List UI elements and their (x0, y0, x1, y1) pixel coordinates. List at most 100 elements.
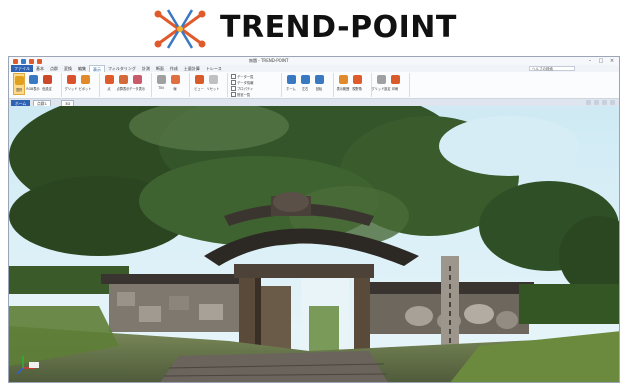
tab-3[interactable]: 変換 (61, 65, 75, 72)
ribbon-button[interactable]: リセット (207, 73, 219, 95)
checkbox-icon[interactable] (231, 91, 236, 97)
ribbon-button[interactable]: 点群表示 (117, 73, 129, 95)
stone-path (160, 351, 388, 382)
brand-name: TREND-POINT (220, 10, 457, 45)
ribbon-button[interactable]: ホーム (285, 73, 297, 95)
ribbon-button[interactable]: 視野角 (351, 73, 363, 95)
checkbox-icon[interactable] (231, 85, 236, 91)
point-cloud-scene[interactable] (9, 106, 619, 383)
ribbon-button-label: 印刷 (391, 87, 399, 91)
close-icon[interactable]: × (609, 58, 615, 64)
ribbon-checkbox[interactable]: 別窓一覧 (231, 91, 253, 97)
ribbon-button[interactable]: 左右 (299, 73, 311, 95)
redo-icon[interactable] (37, 58, 42, 64)
tab-2[interactable]: 点群 (47, 65, 61, 72)
tab-10[interactable]: 土量計算 (181, 65, 203, 72)
ribbon-button-icon (104, 75, 114, 84)
ribbon-button-icon (208, 75, 218, 84)
ribbon-button[interactable]: RGB表示 (26, 73, 40, 95)
ribbon-button-icon (156, 75, 166, 84)
tab-9[interactable]: 作成 (167, 65, 181, 72)
ribbon-button-icon (14, 76, 24, 85)
help-search-input[interactable]: ヘルプの検索 (529, 66, 575, 71)
save-icon[interactable] (21, 58, 26, 64)
ribbon-button-label: RGB表示 (26, 87, 40, 91)
checkbox-icon[interactable] (231, 79, 236, 85)
hedge-right (519, 284, 619, 324)
view-tool-icon[interactable] (602, 100, 607, 105)
maximize-icon[interactable]: □ (598, 58, 604, 64)
ribbon-button[interactable]: 印刷 (389, 73, 401, 95)
tab-7[interactable]: 計測 (139, 65, 153, 72)
view-tool-icon[interactable] (610, 100, 615, 105)
ribbon-button-label: TIN (158, 86, 164, 90)
ribbon-button-label: 点群表示 (116, 87, 130, 91)
view-tools (586, 100, 615, 105)
ribbon-group: 点 点群表示 データ表示 (101, 73, 152, 97)
ribbon-button-icon (338, 75, 348, 84)
tab-1[interactable]: 基本 (33, 65, 47, 72)
ribbon-button-label: 視野角 (352, 87, 362, 91)
ribbon-button-icon (390, 75, 400, 84)
ribbon-button[interactable]: データ表示 (129, 73, 145, 95)
ribbon-group: データ一覧 データ情報 プロパティ 別窓一覧 (229, 73, 282, 97)
ribbon-button[interactable]: 色設定 (41, 73, 53, 95)
ribbon-group: ホーム 左右 回転 (283, 73, 334, 97)
ribbon-checkbox[interactable]: データ情報 (231, 79, 254, 85)
ribbon-button-label: 線 (173, 87, 177, 91)
ribbon-button-label: データ表示 (129, 87, 145, 91)
app-icon (13, 58, 18, 64)
minimize-icon[interactable]: – (587, 58, 593, 64)
undo-icon[interactable] (29, 58, 34, 64)
tab-11[interactable]: トレース (203, 65, 225, 72)
ribbon-button[interactable]: TIN (155, 73, 167, 95)
logo-icon (154, 9, 206, 49)
ribbon-button-label: リセット (206, 87, 220, 91)
checkbox-label: プロパティ (237, 86, 254, 91)
tab-8[interactable]: 断面 (153, 65, 167, 72)
ribbon-button-icon (300, 75, 310, 84)
ribbon-checkboxes: データ一覧 データ情報 プロパティ 別窓一覧 (231, 73, 253, 97)
ribbon-button-label: ホーム (286, 87, 296, 91)
ribbon-button-label: グリッド設定 (371, 87, 391, 91)
ribbon-button[interactable]: 選択 (13, 73, 25, 95)
ribbon-group: 表示範囲 視野角 (335, 73, 372, 97)
ribbon-checkbox[interactable]: プロパティ (231, 85, 254, 91)
ribbon-button-icon (170, 75, 180, 84)
ribbon-button[interactable]: グリッド (65, 73, 77, 95)
ribbon-button-icon (194, 75, 204, 84)
ribbon-button-label: 点 (107, 87, 111, 91)
tab-6[interactable]: フィルタリング (105, 65, 139, 72)
view-tool-icon[interactable] (594, 100, 599, 105)
ribbon-checkbox[interactable]: データ一覧 (231, 73, 254, 79)
ribbon-button[interactable]: 点 (103, 73, 115, 95)
checkbox-icon[interactable] (231, 73, 236, 79)
checkbox-label: データ情報 (237, 80, 254, 85)
quick-access-toolbar (13, 57, 42, 65)
ribbon-button[interactable]: 表示範囲 (337, 73, 349, 95)
ribbon-button-icon (314, 75, 324, 84)
checkbox-label: データ一覧 (237, 74, 254, 79)
ribbon-button[interactable]: 回転 (313, 73, 325, 95)
stone-wall-left (101, 274, 261, 332)
ribbon-button-icon (376, 75, 386, 84)
ribbon-group: ビュー リセット (191, 73, 228, 97)
view-tool-icon[interactable] (586, 100, 591, 105)
point-cloud-viewport[interactable] (9, 106, 619, 383)
ribbon-button[interactable]: ビュー (193, 73, 205, 95)
ribbon-button-label: 回転 (315, 87, 323, 91)
ribbon-button-icon (42, 75, 52, 84)
ribbon-button-label: 色設定 (42, 87, 52, 91)
ribbon-button[interactable]: 線 (169, 73, 181, 95)
tab-0[interactable]: ファイル (11, 65, 33, 72)
ribbon-panel: 選択 RGB表示 色設定 グリッド ピボット点点群表示 データ表示 TIN 線ビュー リセットデ… (9, 72, 619, 99)
ribbon-button-icon (28, 75, 38, 84)
ribbon-button-icon (132, 75, 142, 84)
tab-4[interactable]: 編集 (75, 65, 89, 72)
ribbon-group: 選択 RGB表示 色設定 (11, 73, 62, 97)
ribbon-button[interactable]: グリッド設定 (371, 73, 391, 95)
ribbon-button[interactable]: ピボット (79, 73, 91, 95)
ribbon-button-label: ビュー (194, 87, 204, 91)
ribbon-button-icon (352, 75, 362, 84)
tab-5[interactable]: 表示 (89, 65, 105, 72)
